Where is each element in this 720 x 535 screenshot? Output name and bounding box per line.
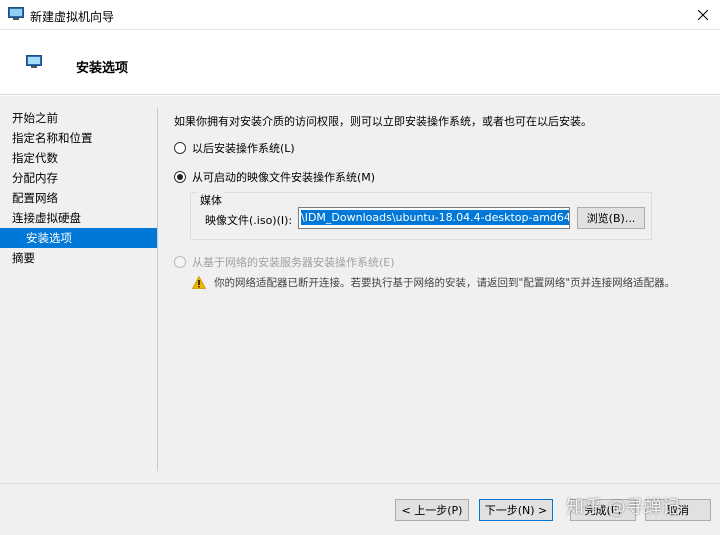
iso-path-value: \IDM_Downloads\ubuntu-18.04.4-desktop-am… bbox=[301, 210, 569, 225]
option-install-from-image[interactable]: 从可启动的映像文件安装操作系统(M) bbox=[174, 169, 375, 185]
network-warning: 你的网络适配器已断开连接。若要执行基于网络的安装，请返回到"配置网络"页并连接网… bbox=[192, 275, 675, 290]
media-group: 媒体 映像文件(.iso)(I): \IDM_Downloads\ubuntu-… bbox=[190, 192, 652, 240]
radio-install-from-network[interactable] bbox=[174, 256, 186, 268]
wizard-steps-nav: 开始之前 指定名称和位置 指定代数 分配内存 配置网络 连接虚拟硬盘 安装选项 … bbox=[0, 108, 157, 268]
wizard-footer: < 上一步(P) 下一步(N) > 完成(F) 取消 知乎 @寻蝉记 bbox=[0, 483, 720, 535]
radio-install-from-image[interactable] bbox=[174, 171, 186, 183]
media-legend: 媒体 bbox=[198, 192, 224, 208]
window-title: 新建虚拟机向导 bbox=[30, 10, 115, 24]
nav-item-installation-options[interactable]: 安装选项 bbox=[0, 228, 157, 248]
title-bar: 新建虚拟机向导 bbox=[0, 0, 720, 30]
option-install-later-label: 以后安装操作系统(L) bbox=[192, 142, 295, 155]
option-install-from-image-label: 从可启动的映像文件安装操作系统(M) bbox=[192, 171, 376, 184]
page-title: 安装选项 bbox=[76, 61, 129, 76]
iso-label: 映像文件(.iso)(I): bbox=[205, 214, 293, 227]
option-install-from-network[interactable]: 从基于网络的安装服务器安装操作系统(E) bbox=[174, 254, 395, 270]
nav-divider bbox=[157, 108, 158, 471]
nav-item-before-you-begin[interactable]: 开始之前 bbox=[0, 108, 157, 128]
option-install-from-network-label: 从基于网络的安装服务器安装操作系统(E) bbox=[192, 256, 395, 269]
wizard-header: 安装选项 bbox=[0, 31, 720, 95]
warning-triangle-icon bbox=[192, 276, 206, 289]
back-button[interactable]: < 上一步(P) bbox=[395, 499, 469, 521]
option-install-later[interactable]: 以后安装操作系统(L) bbox=[174, 140, 295, 156]
nav-item-name-location[interactable]: 指定名称和位置 bbox=[0, 128, 157, 148]
vm-monitor-icon bbox=[8, 7, 24, 20]
radio-install-later[interactable] bbox=[174, 142, 186, 154]
close-button[interactable] bbox=[686, 0, 720, 30]
iso-path-input[interactable]: \IDM_Downloads\ubuntu-18.04.4-desktop-am… bbox=[298, 207, 570, 229]
network-warning-text: 你的网络适配器已断开连接。若要执行基于网络的安装，请返回到"配置网络"页并连接网… bbox=[214, 277, 676, 289]
close-icon bbox=[698, 10, 708, 20]
wizard-content: 开始之前 指定名称和位置 指定代数 分配内存 配置网络 连接虚拟硬盘 安装选项 … bbox=[0, 96, 720, 483]
next-button[interactable]: 下一步(N) > bbox=[479, 499, 553, 521]
nav-item-summary[interactable]: 摘要 bbox=[0, 248, 157, 268]
watermark: 知乎 @寻蝉记 bbox=[566, 497, 680, 518]
nav-item-generation[interactable]: 指定代数 bbox=[0, 148, 157, 168]
nav-item-memory[interactable]: 分配内存 bbox=[0, 168, 157, 188]
nav-item-virtual-disk[interactable]: 连接虚拟硬盘 bbox=[0, 208, 157, 228]
browse-button[interactable]: 浏览(B)... bbox=[577, 207, 645, 229]
intro-text: 如果你拥有对安装介质的访问权限，则可以立即安装操作系统，或者也可在以后安装。 bbox=[174, 115, 592, 128]
vm-monitor-icon bbox=[26, 55, 42, 68]
nav-item-networking[interactable]: 配置网络 bbox=[0, 188, 157, 208]
